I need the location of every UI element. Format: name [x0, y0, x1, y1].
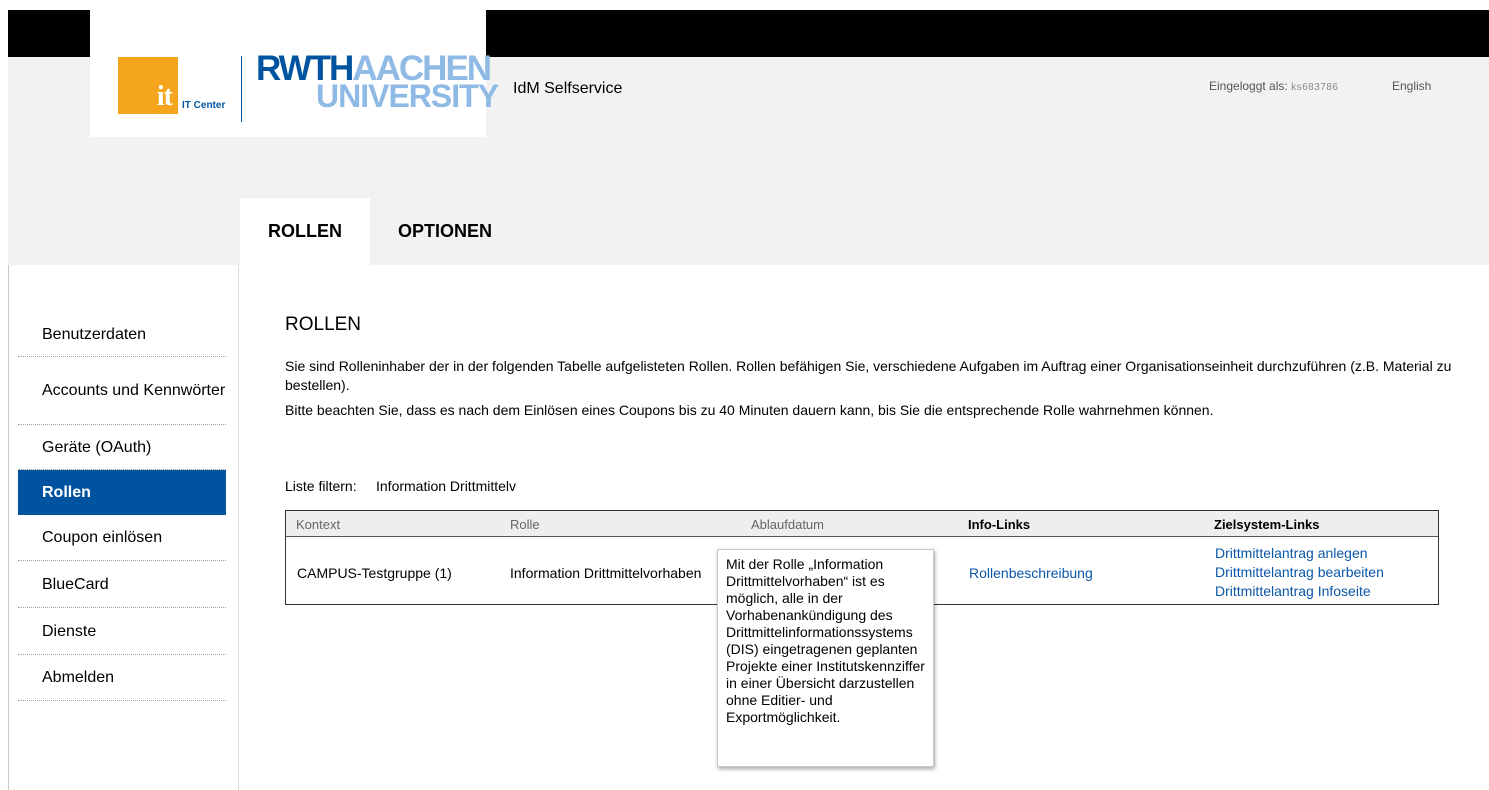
rwth-logo-university: UNIVERSITY: [316, 78, 499, 114]
sidebar-item-abmelden[interactable]: Abmelden: [18, 655, 226, 701]
sidebar-item-benutzerdaten[interactable]: Benutzerdaten: [18, 312, 226, 357]
sidebar-item-bluecard[interactable]: BlueCard: [18, 561, 226, 608]
column-header-info-links: Info-Links: [968, 517, 1031, 532]
info-link-rollenbeschreibung[interactable]: Rollenbeschreibung: [969, 565, 1093, 581]
app-title: IdM Selfservice: [513, 80, 623, 97]
filter-input[interactable]: [374, 474, 536, 498]
login-label: Eingeloggt als:: [1209, 79, 1288, 93]
it-logo-text: it: [156, 81, 173, 112]
login-info: Eingeloggt als: ks683786: [1209, 79, 1338, 93]
tab-rollen[interactable]: ROLLEN: [240, 198, 370, 265]
column-header-ablaufdatum[interactable]: Ablaufdatum: [751, 517, 824, 532]
filter-label: Liste filtern:: [285, 478, 357, 494]
sidebar-item-dienste[interactable]: Dienste: [18, 608, 226, 655]
it-center-logo-icon: it: [118, 57, 178, 114]
description-paragraph: Sie sind Rolleninhaber der in der folgen…: [285, 358, 1452, 393]
column-header-kontext[interactable]: Kontext: [296, 517, 340, 532]
logo-divider: [241, 56, 242, 122]
page-title: ROLLEN: [285, 314, 362, 335]
role-description-tooltip: Mit der Rolle „Information Drittmittelvo…: [717, 549, 934, 767]
sidebar-item-geraete[interactable]: Geräte (OAuth): [18, 425, 226, 470]
sidebar-item-coupon[interactable]: Coupon einlösen: [18, 515, 226, 561]
link-drittmittelantrag-bearbeiten[interactable]: Drittmittelantrag bearbeiten: [1215, 564, 1384, 580]
it-center-label: IT Center: [182, 100, 226, 111]
column-header-rolle[interactable]: Rolle: [510, 517, 540, 532]
sidebar-divider: [238, 265, 239, 790]
language-switch-link[interactable]: English: [1392, 79, 1431, 93]
tab-optionen[interactable]: OPTIONEN: [370, 198, 520, 265]
cell-kontext: CAMPUS-Testgruppe (1): [297, 565, 452, 581]
table-header-row: Kontext Rolle Ablaufdatum Info-Links Zie…: [286, 511, 1438, 537]
sidebar-item-rollen[interactable]: Rollen: [18, 470, 226, 515]
description-note: Bitte beachten Sie, dass es nach dem Ein…: [285, 402, 1214, 418]
cell-rolle[interactable]: Information Drittmittelvorhaben: [510, 565, 701, 581]
sidebar-item-accounts[interactable]: Accounts und Kennwörter: [18, 357, 226, 425]
column-header-zielsystem-links: Zielsystem-Links: [1214, 517, 1320, 532]
link-drittmittelantrag-infoseite[interactable]: Drittmittelantrag Infoseite: [1215, 583, 1371, 599]
link-drittmittelantrag-anlegen[interactable]: Drittmittelantrag anlegen: [1215, 545, 1368, 561]
login-user: ks683786: [1291, 82, 1339, 93]
